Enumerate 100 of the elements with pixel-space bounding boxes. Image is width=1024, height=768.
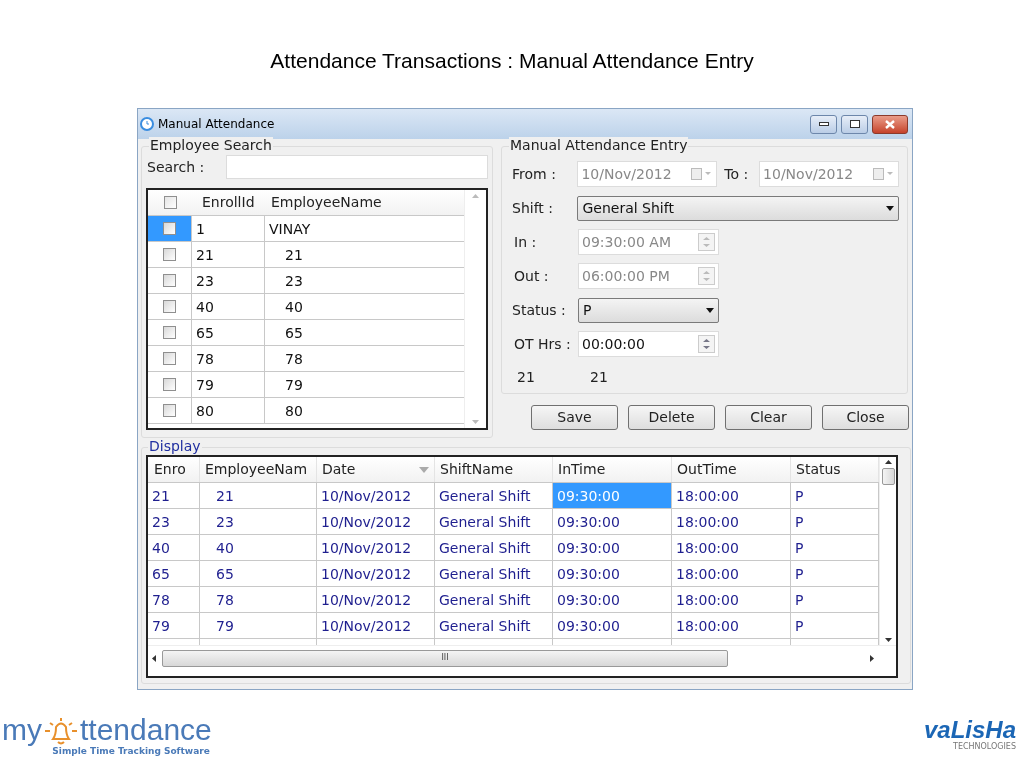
- column-header[interactable]: ShiftName: [435, 457, 553, 482]
- scroll-thumb[interactable]: [881, 468, 895, 485]
- table-cell-text: 40: [284, 298, 304, 317]
- table-cell[interactable]: 23: [148, 509, 200, 534]
- scroll-down-icon: [884, 638, 892, 642]
- table-cell: 65: [192, 320, 265, 345]
- scroll-right-icon: [870, 654, 874, 662]
- column-header[interactable]: Status: [791, 457, 879, 482]
- table-cell[interactable]: 10/Nov/2012: [317, 587, 435, 612]
- scroll-left-icon: [152, 654, 156, 662]
- checkbox[interactable]: [163, 300, 176, 313]
- table-cell[interactable]: General Shift: [435, 613, 553, 638]
- row-header[interactable]: [148, 216, 192, 241]
- table-cell[interactable]: 79: [148, 613, 200, 638]
- group-legend: Employee Search: [149, 137, 273, 153]
- calendar-icon: [873, 168, 895, 180]
- table-cell[interactable]: 18:00:00: [672, 613, 791, 638]
- field-label: To :: [723, 164, 750, 184]
- table-cell[interactable]: General Shift: [435, 535, 553, 560]
- table-cell[interactable]: 40: [148, 535, 200, 560]
- table-cell[interactable]: 18:00:00: [672, 561, 791, 586]
- table-cell[interactable]: 79: [200, 613, 317, 638]
- checkbox[interactable]: [163, 352, 176, 365]
- shift-dropdown[interactable]: General Shift: [577, 195, 899, 221]
- table-cell[interactable]: 65: [200, 561, 317, 586]
- slide-title: Attendance Transactions : Manual Attendance Entry: [270, 48, 754, 74]
- table-cell[interactable]: 09:30:00: [553, 509, 672, 534]
- sort-icon: [419, 466, 429, 473]
- table-cell[interactable]: P: [791, 587, 879, 612]
- table-cell: 21: [192, 242, 265, 267]
- caret-icon: [886, 205, 894, 211]
- table-cell[interactable]: 10/Nov/2012: [317, 535, 435, 560]
- scroll-down-icon: [472, 420, 480, 424]
- table-cell[interactable]: 10/Nov/2012: [317, 613, 435, 638]
- dialog-button[interactable]: Clear: [725, 405, 812, 430]
- field-label: Out :: [513, 266, 550, 286]
- table-cell[interactable]: 09:30:00: [553, 535, 672, 560]
- table-cell[interactable]: 40: [200, 535, 317, 560]
- column-header[interactable]: InTime: [553, 457, 672, 482]
- dialog-button[interactable]: Save: [531, 405, 618, 430]
- table-cell[interactable]: P: [791, 613, 879, 638]
- table-cell[interactable]: 21: [148, 483, 200, 508]
- table-cell[interactable]: P: [791, 561, 879, 586]
- table-cell[interactable]: P: [791, 535, 879, 560]
- table-cell[interactable]: 78: [200, 587, 317, 612]
- table-cell[interactable]: 18:00:00: [672, 535, 791, 560]
- dialog-button[interactable]: Close: [822, 405, 909, 430]
- table-cell[interactable]: 18:00:00: [672, 587, 791, 612]
- table-cell-text: 80: [284, 402, 304, 421]
- checkbox[interactable]: [163, 326, 176, 339]
- column-header[interactable]: EnrollId: [192, 192, 265, 213]
- table-cell-text: VINAY: [268, 220, 312, 239]
- column-header[interactable]: OutTime: [672, 457, 791, 482]
- table-cell[interactable]: General Shift: [435, 587, 553, 612]
- table-cell[interactable]: 10/Nov/2012: [317, 509, 435, 534]
- dialog-button[interactable]: Delete: [628, 405, 715, 430]
- table-cell[interactable]: 09:30:00: [553, 613, 672, 638]
- search-field[interactable]: [226, 155, 488, 179]
- checkbox[interactable]: [163, 222, 176, 235]
- window-title: Manual Attendance: [158, 116, 275, 133]
- close-button[interactable]: [872, 114, 908, 134]
- scroll-up-icon: [884, 460, 892, 464]
- table-cell[interactable]: 10/Nov/2012: [317, 483, 435, 508]
- table-cell[interactable]: 09:30:00: [553, 561, 672, 586]
- table-cell[interactable]: 18:00:00: [672, 483, 791, 508]
- company-logo: my ttendance Simple Time Tracking Software: [2, 714, 212, 756]
- minimize-button[interactable]: [810, 114, 837, 134]
- bell-icon: [42, 715, 80, 745]
- table-cell[interactable]: 23: [200, 509, 317, 534]
- checkbox[interactable]: [163, 196, 177, 209]
- table-cell[interactable]: 78: [148, 587, 200, 612]
- table-cell[interactable]: 21: [200, 483, 317, 508]
- checkbox[interactable]: [163, 274, 176, 287]
- date-picker[interactable]: 10/Nov/2012: [759, 161, 899, 187]
- scroll-thumb[interactable]: III: [162, 649, 728, 667]
- table-cell[interactable]: P: [791, 509, 879, 534]
- checkbox[interactable]: [163, 378, 176, 391]
- spinner-arrows-icon: [698, 233, 715, 251]
- table-cell[interactable]: General Shift: [435, 509, 553, 534]
- scrollbar[interactable]: [879, 457, 896, 645]
- checkbox[interactable]: [163, 404, 176, 417]
- column-header[interactable]: EmployeeNam: [200, 457, 317, 482]
- table-cell[interactable]: 65: [148, 561, 200, 586]
- table-cell[interactable]: 18:00:00: [672, 509, 791, 534]
- maximize-button[interactable]: [841, 114, 868, 134]
- table-cell[interactable]: 09:30:00: [553, 587, 672, 612]
- column-header[interactable]: EmployeeName: [265, 192, 382, 213]
- column-header[interactable]: Enro: [148, 457, 200, 482]
- column-header[interactable]: Date: [317, 457, 435, 482]
- table-cell[interactable]: General Shift: [435, 561, 553, 586]
- date-picker[interactable]: 10/Nov/2012: [577, 161, 718, 187]
- table-cell: 78: [192, 346, 265, 371]
- table-cell[interactable]: P: [791, 483, 879, 508]
- table-cell[interactable]: 10/Nov/2012: [317, 561, 435, 586]
- time-spinner[interactable]: 00:00:00: [578, 331, 719, 357]
- table-cell-text: 78: [284, 350, 304, 369]
- field-label: Status :: [511, 300, 567, 320]
- checkbox[interactable]: [163, 248, 176, 261]
- employee-name-text: 21: [590, 367, 608, 387]
- status-dropdown[interactable]: P: [578, 297, 719, 323]
